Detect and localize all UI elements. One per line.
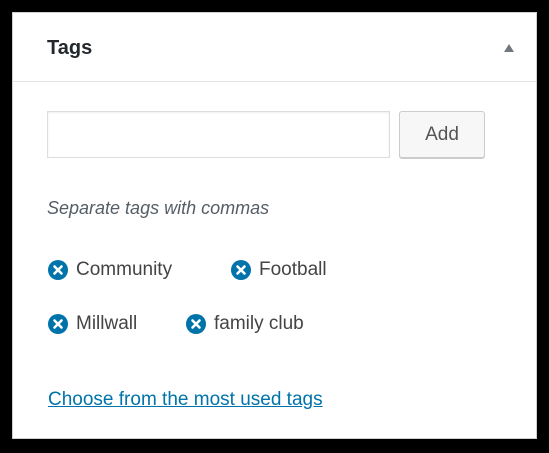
tags-hint: Separate tags with commas (47, 198, 270, 218)
new-tag-input[interactable] (47, 111, 390, 158)
remove-circle-icon[interactable] (48, 260, 68, 280)
tag-label: family club (214, 313, 304, 334)
most-used-tags-link[interactable]: Choose from the most used tags (48, 388, 323, 412)
tag-label: Millwall (76, 313, 138, 334)
tag-label: Community (76, 259, 173, 280)
tags-panel: Tags Add Separate tags with commas Commu… (12, 12, 537, 439)
remove-circle-icon[interactable] (186, 314, 206, 334)
panel-title: Tags (47, 37, 93, 59)
add-tag-button[interactable]: Add (399, 111, 485, 158)
tag-item: Football (231, 258, 327, 282)
remove-circle-icon[interactable] (231, 260, 251, 280)
tag-item: Community (48, 258, 172, 282)
remove-circle-icon[interactable] (48, 314, 68, 334)
panel-header: Tags (13, 13, 536, 82)
panel-toggle-button[interactable] (494, 33, 524, 63)
tag-item: family club (186, 312, 304, 336)
triangle-up-icon (504, 44, 514, 52)
tag-label: Football (259, 259, 327, 280)
tag-item: Millwall (48, 312, 137, 336)
